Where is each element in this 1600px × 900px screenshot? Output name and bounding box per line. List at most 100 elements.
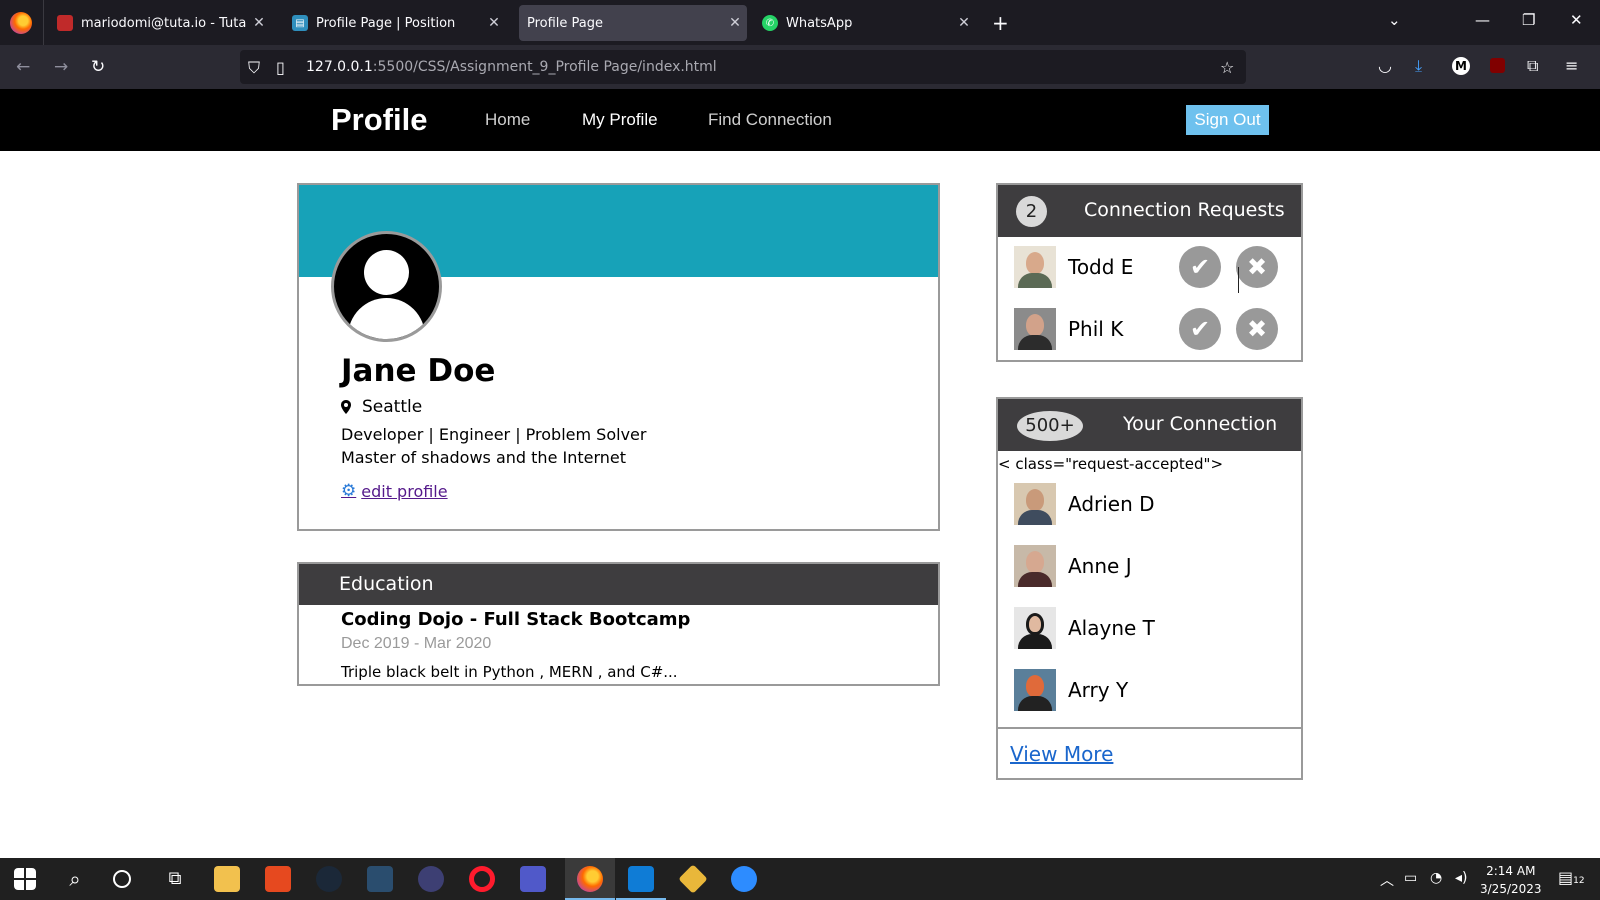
restore-icon[interactable]: ❐: [1522, 11, 1535, 29]
accept-check-icon[interactable]: ✔: [1179, 246, 1221, 288]
close-tab-icon[interactable]: ✕: [247, 15, 271, 31]
app-icon[interactable]: [367, 866, 393, 892]
arry-photo: [1014, 669, 1056, 711]
eclipse-icon[interactable]: [418, 866, 444, 892]
page-info-icon[interactable]: ▯: [276, 58, 285, 77]
bookmark-star-icon[interactable]: ☆: [1220, 58, 1234, 77]
profile-bio: Master of shadows and the Internet: [341, 448, 627, 467]
hamburger-menu-icon[interactable]: ≡: [1565, 56, 1578, 75]
tab-whatsapp[interactable]: ✆ WhatsApp ✕: [754, 5, 976, 41]
avatar-body: [348, 298, 425, 339]
volume-icon[interactable]: ◂): [1455, 870, 1468, 886]
forward-icon[interactable]: →: [54, 57, 68, 77]
new-tab-button[interactable]: +: [992, 11, 1009, 35]
close-tab-icon[interactable]: ✕: [723, 15, 747, 31]
windows-taskbar: ⌕ ⧉ ︿ ▭ ◔ ◂) 2:14 AM 3/25/2023 ▤12: [0, 858, 1600, 900]
shirt: [1018, 572, 1052, 587]
cortana-icon[interactable]: [113, 870, 131, 888]
firefox-taskbar-icon[interactable]: [565, 866, 615, 900]
ublock-icon[interactable]: [1490, 58, 1505, 73]
office-icon[interactable]: [265, 866, 291, 892]
connection-requests-card: 2 Connection Requests Todd E ✔ ✖ Phil K …: [996, 183, 1303, 362]
minimize-icon[interactable]: —: [1475, 11, 1490, 29]
accept-check-icon[interactable]: ✔: [1179, 308, 1221, 350]
tutanota-icon: [57, 15, 73, 31]
view-more-link[interactable]: View More: [1010, 742, 1113, 766]
shirt: [1018, 634, 1052, 649]
anne-photo: [1014, 545, 1056, 587]
nav-link-home[interactable]: Home: [485, 110, 530, 130]
list-all-tabs-icon[interactable]: ⌄: [1388, 11, 1401, 29]
avatar-head: [364, 250, 409, 295]
show-hidden-icons-icon[interactable]: ︿: [1380, 870, 1394, 890]
map-pin-icon: [341, 400, 351, 414]
decline-x-icon[interactable]: ✖: [1236, 308, 1278, 350]
alayne-photo: [1014, 607, 1056, 649]
address-bar[interactable]: ⛉ ▯ 127.0.0.1:5500/CSS/Assignment_9_Prof…: [240, 50, 1246, 84]
close-tab-icon[interactable]: ✕: [952, 15, 976, 31]
tab-tutanota[interactable]: mariodomi@tuta.io - Tutanota ✕: [49, 5, 271, 41]
decline-x-icon[interactable]: ✖: [1236, 246, 1278, 288]
opera-icon[interactable]: [469, 866, 495, 892]
zoom-icon[interactable]: [731, 866, 757, 892]
system-clock[interactable]: 2:14 AM 3/25/2023: [1480, 862, 1542, 898]
connection-name[interactable]: Arry Y: [1068, 678, 1128, 702]
nav-link-find-connection[interactable]: Find Connection: [708, 110, 832, 130]
connection-row: Arry Y: [1014, 669, 1284, 711]
face: [1026, 314, 1044, 336]
request-name[interactable]: Todd E: [1068, 255, 1133, 279]
task-view-icon[interactable]: ⧉: [162, 866, 188, 892]
site-brand[interactable]: Profile: [331, 102, 427, 138]
clock-time: 2:14 AM: [1486, 864, 1536, 878]
connection-name[interactable]: Anne J: [1068, 554, 1132, 578]
connection-row: Anne J: [1014, 545, 1284, 587]
file-explorer-icon[interactable]: [214, 866, 240, 892]
sign-out-button[interactable]: Sign Out: [1186, 105, 1269, 135]
notifications-icon[interactable]: ▤12: [1558, 868, 1585, 887]
face: [1026, 613, 1044, 635]
url-text[interactable]: 127.0.0.1:5500/CSS/Assignment_9_Profile …: [306, 59, 717, 75]
request-name[interactable]: Phil K: [1068, 317, 1123, 341]
connection-name[interactable]: Adrien D: [1068, 492, 1155, 516]
windows-start-icon[interactable]: [14, 868, 36, 890]
connections-divider: [998, 727, 1301, 729]
face: [1026, 489, 1044, 511]
git-icon[interactable]: [678, 864, 708, 894]
browser-tab-bar: mariodomi@tuta.io - Tutanota ✕ ▤ Profile…: [0, 0, 1600, 45]
tab-label: Profile Page: [527, 15, 604, 31]
nav-link-my-profile[interactable]: My Profile: [582, 110, 658, 130]
face: [1026, 675, 1044, 697]
account-avatar-icon[interactable]: M: [1452, 57, 1470, 75]
close-tab-icon[interactable]: ✕: [482, 15, 506, 31]
adrien-photo: [1014, 483, 1056, 525]
document-icon: ▤: [292, 15, 308, 31]
wifi-icon[interactable]: ◔: [1430, 870, 1442, 886]
requests-count-badge: 2: [1016, 196, 1047, 227]
back-icon[interactable]: ←: [16, 57, 30, 77]
reload-icon[interactable]: ↻: [91, 57, 105, 77]
url-path: :5500/CSS/Assignment_9_Profile Page/inde…: [372, 59, 717, 75]
profile-card: Jane Doe Seattle Developer | Engineer | …: [297, 183, 940, 531]
pocket-icon[interactable]: ◡: [1378, 56, 1392, 75]
close-window-icon[interactable]: ✕: [1570, 11, 1583, 29]
extensions-icon[interactable]: ⧉: [1527, 56, 1538, 76]
tab-label: mariodomi@tuta.io - Tutanota: [81, 15, 247, 31]
connection-row: Alayne T: [1014, 607, 1284, 649]
gear-icon: ⚙: [341, 481, 357, 501]
notification-count: 12: [1573, 876, 1585, 886]
steam-icon[interactable]: [316, 866, 342, 892]
shield-icon[interactable]: ⛉: [248, 58, 260, 78]
tab-label: WhatsApp: [786, 15, 853, 31]
edit-profile-link[interactable]: ⚙ edit profile: [341, 481, 448, 501]
downloads-icon[interactable]: ⤓: [1415, 56, 1422, 76]
vscode-icon[interactable]: [616, 866, 666, 900]
connection-name[interactable]: Alayne T: [1068, 616, 1155, 640]
search-icon[interactable]: ⌕: [62, 866, 88, 892]
battery-icon[interactable]: ▭: [1404, 870, 1417, 886]
tab-profile-position[interactable]: ▤ Profile Page | Position ✕: [284, 5, 506, 41]
browser-toolbar: ← → ↻ ⛉ ▯ 127.0.0.1:5500/CSS/Assignment_…: [0, 45, 1600, 89]
text-cursor: [1238, 267, 1239, 293]
firefox-menu-icon[interactable]: [10, 12, 32, 34]
tab-profile-page[interactable]: Profile Page ✕: [519, 5, 747, 41]
teams-icon[interactable]: [520, 866, 546, 892]
